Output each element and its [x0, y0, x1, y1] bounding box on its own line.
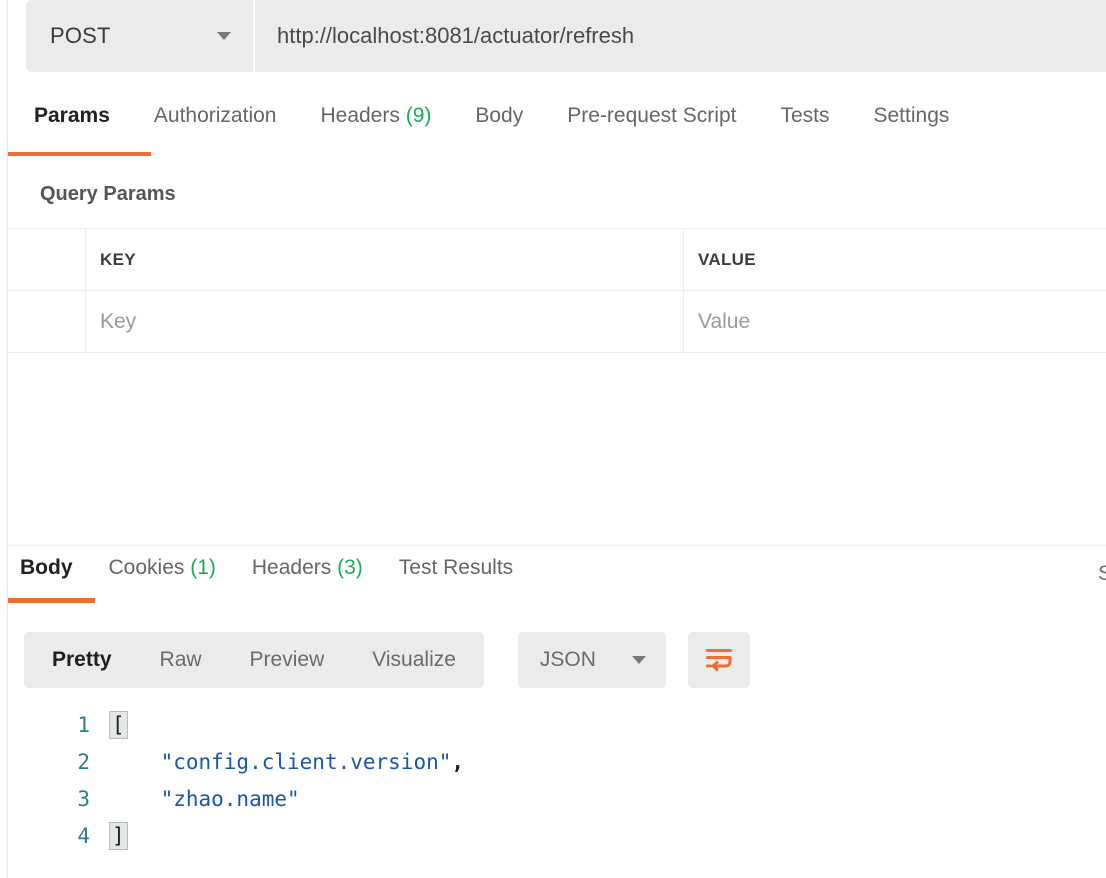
- code-line: 4 ]: [8, 817, 1106, 854]
- tab-pre-request-script[interactable]: Pre-request Script: [567, 100, 736, 128]
- code-line: 1 [: [8, 706, 1106, 743]
- line-number: 1: [8, 713, 110, 737]
- response-tab-headers-label: Headers: [252, 556, 331, 579]
- value-input[interactable]: Value: [698, 310, 750, 334]
- active-response-tab-indicator: [8, 598, 95, 603]
- tab-tests-label: Tests: [780, 104, 829, 127]
- response-body-code-viewer[interactable]: 1 [ 2 "config.client.version", 3 "zhao.n…: [8, 706, 1106, 878]
- response-tab-body-label: Body: [20, 556, 73, 579]
- response-format-dropdown[interactable]: JSON: [518, 632, 666, 688]
- line-number: 3: [8, 787, 110, 811]
- code-indent: [110, 787, 161, 811]
- key-input[interactable]: Key: [100, 310, 136, 334]
- word-wrap-toggle-button[interactable]: [688, 632, 750, 688]
- word-wrap-icon: [704, 647, 734, 673]
- column-header-value: VALUE: [698, 250, 756, 270]
- code-string-token: "config.client.version": [161, 750, 452, 774]
- response-tab-headers[interactable]: Headers (3): [252, 556, 363, 580]
- tab-body-label: Body: [475, 104, 523, 127]
- response-tab-body[interactable]: Body: [20, 556, 73, 580]
- query-params-title: Query Params: [40, 183, 176, 206]
- code-line-content: [: [110, 713, 127, 737]
- code-bracket-open: [: [109, 711, 128, 739]
- table-header-row: KEY VALUE: [8, 229, 1106, 291]
- row-checkbox-cell[interactable]: [8, 291, 86, 352]
- view-mode-pretty[interactable]: Pretty: [28, 632, 136, 688]
- response-view-toolbar: Pretty Raw Preview Visualize JSON: [24, 632, 750, 688]
- tab-settings-label: Settings: [874, 104, 950, 127]
- response-tab-cookies[interactable]: Cookies (1): [109, 556, 216, 580]
- response-section-divider: [8, 545, 1106, 546]
- code-bracket-close: ]: [109, 822, 128, 850]
- code-comma: ,: [451, 750, 464, 774]
- chevron-down-icon: [632, 656, 646, 664]
- query-params-table: KEY VALUE Key Value: [8, 228, 1106, 353]
- tab-authorization[interactable]: Authorization: [154, 100, 277, 128]
- table-row: Key Value: [8, 291, 1106, 353]
- response-view-mode-group: Pretty Raw Preview Visualize: [24, 632, 484, 688]
- code-line: 3 "zhao.name": [8, 780, 1106, 817]
- line-number: 2: [8, 750, 110, 774]
- response-tab-cookies-label: Cookies: [109, 556, 185, 579]
- code-indent: [110, 750, 161, 774]
- tab-params[interactable]: Params: [34, 100, 110, 128]
- tab-headers-count: (9): [406, 104, 432, 127]
- response-tab-test-results-label: Test Results: [399, 556, 513, 579]
- code-string-token: "zhao.name": [161, 787, 300, 811]
- response-tab-headers-count: (3): [337, 556, 363, 579]
- tab-pre-request-script-label: Pre-request Script: [567, 104, 736, 127]
- code-line-content: ]: [110, 824, 127, 848]
- response-format-label: JSON: [540, 648, 596, 672]
- request-tabs-baseline: [8, 156, 1106, 157]
- response-status-text: S: [1098, 562, 1106, 586]
- request-url-input[interactable]: http://localhost:8081/actuator/refresh: [255, 0, 1106, 72]
- tab-settings[interactable]: Settings: [874, 100, 950, 128]
- request-tab-bar: Params Authorization Headers (9) Body Pr…: [8, 100, 1106, 158]
- tab-tests[interactable]: Tests: [780, 100, 829, 128]
- tab-headers[interactable]: Headers (9): [320, 100, 431, 128]
- http-method-label: POST: [50, 23, 111, 49]
- code-line-content: "config.client.version",: [110, 750, 464, 774]
- column-header-key: KEY: [100, 250, 136, 270]
- code-line-content: "zhao.name": [110, 787, 300, 811]
- response-tab-test-results[interactable]: Test Results: [399, 556, 513, 580]
- postman-request-response-panel: POST http://localhost:8081/actuator/refr…: [0, 0, 1106, 878]
- line-number: 4: [8, 824, 110, 848]
- chevron-down-icon: [217, 32, 231, 40]
- code-line: 2 "config.client.version",: [8, 743, 1106, 780]
- tab-body[interactable]: Body: [475, 100, 523, 128]
- http-method-dropdown[interactable]: POST: [26, 0, 255, 72]
- view-mode-visualize[interactable]: Visualize: [348, 632, 480, 688]
- tab-authorization-label: Authorization: [154, 104, 277, 127]
- row-value-cell[interactable]: Value: [684, 291, 1106, 352]
- header-cell-key: KEY: [86, 229, 684, 290]
- header-cell-value: VALUE: [684, 229, 1106, 290]
- view-mode-preview[interactable]: Preview: [226, 632, 349, 688]
- response-tab-cookies-count: (1): [190, 556, 216, 579]
- row-key-cell[interactable]: Key: [86, 291, 684, 352]
- header-cell-checkbox: [8, 229, 86, 290]
- request-url-bar: POST http://localhost:8081/actuator/refr…: [26, 0, 1106, 72]
- tab-headers-label: Headers: [320, 104, 399, 127]
- view-mode-raw[interactable]: Raw: [136, 632, 226, 688]
- response-tab-bar: Body Cookies (1) Headers (3) Test Result…: [8, 556, 1106, 580]
- tab-params-label: Params: [34, 104, 110, 127]
